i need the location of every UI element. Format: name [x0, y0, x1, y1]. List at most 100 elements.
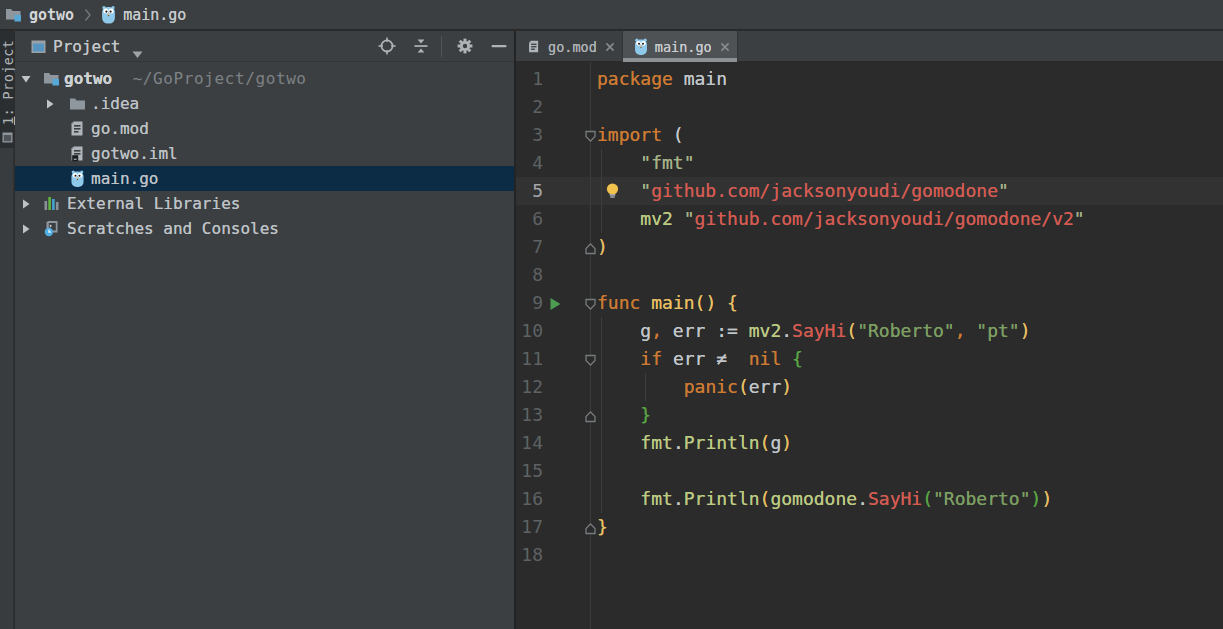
editor-body[interactable]: 123456789101112131415161718 package main… [516, 63, 1223, 629]
code-line-11[interactable]: if err ≠ nil { [597, 345, 803, 373]
token: err := [662, 320, 749, 341]
token: ) [1041, 488, 1052, 509]
token [781, 348, 792, 369]
line-number: 13 [516, 401, 543, 429]
line-number: 9 [516, 289, 543, 317]
tab-main.go[interactable]: main.go [623, 31, 738, 62]
token: mv2 [640, 208, 673, 229]
line-number: 6 [516, 205, 543, 233]
run-icon[interactable] [549, 296, 562, 310]
code-line-3[interactable]: import ( [597, 121, 684, 149]
token: ( [760, 432, 771, 453]
tab-label: go.mod [548, 39, 597, 55]
tree-item-label: gotwo.iml [91, 141, 178, 166]
close-icon[interactable] [720, 42, 730, 52]
code-line-1[interactable]: package main [597, 65, 727, 93]
tree-item-.idea[interactable]: .idea [15, 91, 514, 116]
token: github.com/jacksonyoudi/gomodone [651, 180, 998, 201]
code-line-16[interactable]: fmt.Println(gomodone.SayHi("Roberto")) [597, 485, 1052, 513]
tree-item-label: Scratches and Consoles [67, 216, 279, 241]
tree-item-go.mod[interactable]: go.mod [15, 116, 514, 141]
token: } [640, 404, 651, 425]
token: } [597, 516, 608, 537]
token [640, 292, 651, 313]
token: { [792, 348, 803, 369]
project-tree: gotwo ~/GoProject/gotwo.ideago.modgotwo.… [15, 63, 514, 629]
line-number: 3 [516, 121, 543, 149]
tree-item-gotwo[interactable]: gotwo ~/GoProject/gotwo [15, 66, 514, 91]
token: err [749, 376, 782, 397]
expanded-arrow-icon[interactable] [20, 66, 32, 91]
code-line-9[interactable]: func main() { [597, 289, 738, 317]
tree-item-label: main.go [91, 166, 158, 191]
fold-start-icon[interactable] [584, 128, 597, 141]
token: { [727, 292, 738, 313]
token: " [1074, 208, 1085, 229]
editor-area: go.modmain.go 12345678910111213141516171… [516, 31, 1223, 629]
token: ( [738, 376, 749, 397]
token: main [651, 292, 694, 313]
code-line-6[interactable]: mv2 "github.com/jacksonyoudi/gomodone/v2… [597, 205, 1085, 233]
gopher-icon [634, 38, 648, 55]
token: mv2 [749, 320, 782, 341]
line-number: 15 [516, 457, 543, 485]
breadcrumb-bar: gotwo main.go [0, 0, 1223, 30]
gopher-icon [101, 5, 116, 24]
tool-window-stripe: 1: Project [0, 31, 14, 629]
token: ( [846, 320, 857, 341]
breadcrumb-file[interactable]: main.go [123, 6, 186, 24]
editor-tabs: go.mod main.go [516, 31, 1223, 62]
locate-icon[interactable] [378, 37, 396, 55]
project-panel-title[interactable]: Project [53, 35, 120, 58]
token: github.com/jacksonyoudi/gomodone/v2 [695, 208, 1074, 229]
code-line-7[interactable]: ) [597, 233, 608, 261]
collapsed-arrow-icon[interactable] [20, 216, 32, 241]
project-stripe-label[interactable]: 1: Project [1, 40, 15, 125]
code-line-17[interactable]: } [597, 513, 608, 541]
token: "fmt" [597, 152, 695, 173]
iml-file-icon [69, 145, 86, 162]
go-mod-file-icon [69, 120, 86, 137]
code-line-10[interactable]: g, err := mv2.SayHi("Roberto", "pt") [597, 317, 1031, 345]
code-line-4[interactable]: "fmt" [597, 149, 695, 177]
intention-bulb-icon[interactable] [604, 182, 621, 200]
token: fmt [640, 432, 673, 453]
line-number: 4 [516, 149, 543, 177]
breadcrumb-project[interactable]: gotwo [29, 6, 74, 24]
fold-end-icon[interactable] [584, 240, 597, 253]
fold-start-icon[interactable] [584, 352, 597, 365]
token: g [597, 320, 651, 341]
folder-icon [69, 95, 86, 112]
tab-go.mod[interactable]: go.mod [516, 31, 623, 62]
token: if [640, 348, 662, 369]
code-line-13[interactable]: } [597, 401, 651, 429]
collapse-all-icon[interactable] [412, 37, 430, 55]
collapsed-arrow-icon[interactable] [44, 91, 56, 116]
hide-icon[interactable] [490, 37, 508, 55]
tree-item-gotwo.iml[interactable]: gotwo.iml [15, 141, 514, 166]
token: nil [749, 348, 782, 369]
fold-end-icon[interactable] [584, 408, 597, 421]
token [673, 208, 684, 229]
token: . [857, 488, 868, 509]
fold-end-icon[interactable] [584, 520, 597, 533]
ide-window: gotwo main.go 1: Project Project gotwo ~… [0, 0, 1223, 629]
tree-item-external-libraries[interactable]: External Libraries [15, 191, 514, 216]
tree-item-scratches-and-consoles[interactable]: Scratches and Consoles [15, 216, 514, 241]
tool-window-icon [2, 128, 13, 139]
token: SayHi [792, 320, 846, 341]
line-number: 7 [516, 233, 543, 261]
token: package [597, 68, 673, 89]
settings-icon[interactable] [456, 37, 474, 55]
token [716, 292, 727, 313]
libraries-icon [43, 195, 60, 212]
code-line-5[interactable]: "github.com/jacksonyoudi/gomodone" [597, 177, 1009, 205]
code-line-12[interactable]: panic(err) [597, 373, 792, 401]
collapsed-arrow-icon[interactable] [20, 191, 32, 216]
fold-start-icon[interactable] [584, 296, 597, 309]
close-icon[interactable] [605, 42, 615, 52]
dropdown-arrow-icon[interactable] [131, 44, 144, 53]
token: ( [760, 488, 771, 509]
code-line-14[interactable]: fmt.Println(g) [597, 429, 792, 457]
tree-item-main.go[interactable]: main.go [15, 166, 514, 191]
